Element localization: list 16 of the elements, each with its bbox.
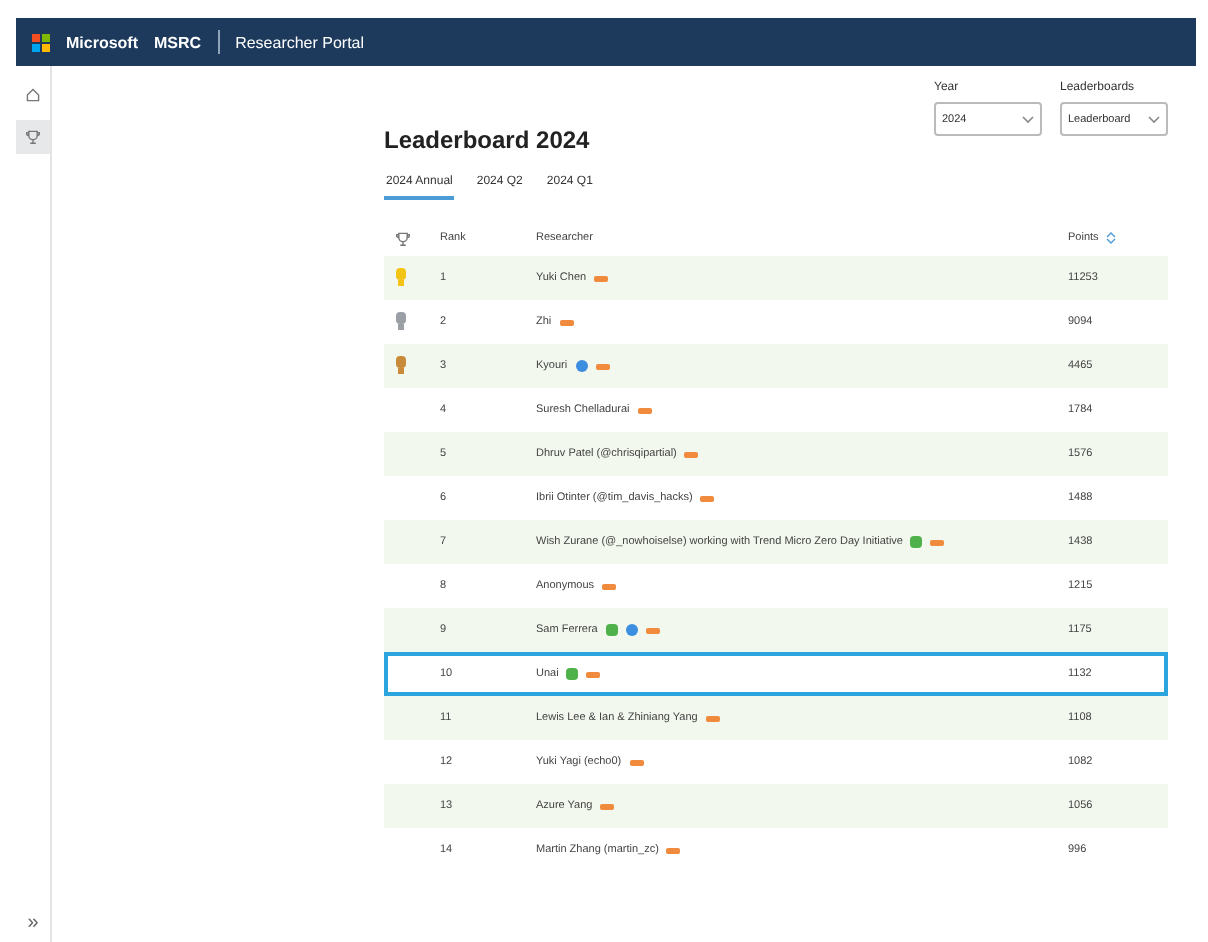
- sort-icon[interactable]: [1106, 232, 1117, 244]
- medal-icon: [396, 311, 406, 329]
- trophy-icon: [26, 130, 40, 144]
- product-name: MSRC: [154, 33, 202, 51]
- page-title: Leaderboard 2024: [384, 126, 590, 154]
- brand-name: Microsoft: [66, 33, 138, 51]
- logo-icon: [32, 33, 50, 51]
- expand-button[interactable]: »: [27, 912, 39, 934]
- trophy-icon: [396, 231, 410, 245]
- home-icon: [26, 88, 40, 102]
- chevron-down-icon: [1022, 115, 1034, 123]
- medal-icon: [396, 355, 406, 373]
- rail-button[interactable]: [16, 120, 50, 154]
- portal-name: Researcher Portal: [235, 33, 365, 51]
- medal-icon: [396, 267, 406, 285]
- chevron-down-icon: [1148, 115, 1160, 123]
